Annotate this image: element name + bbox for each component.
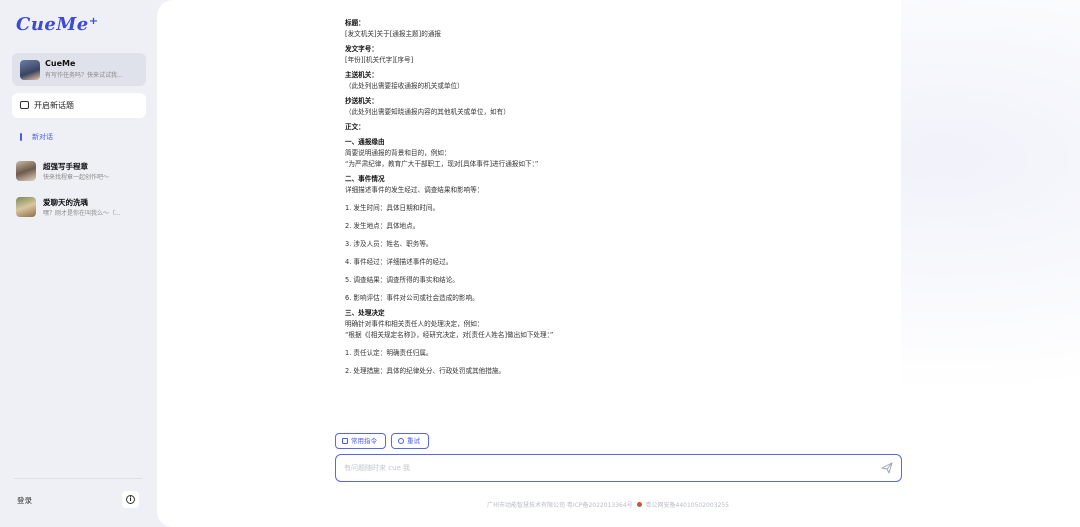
- doc-list-item: 4. 事件经过：详细描述事件的经过。: [345, 258, 453, 266]
- doc-text: （此处列出需要知晓通报内容的其他机关或单位，如有）: [345, 108, 510, 116]
- refresh-icon: [398, 438, 404, 444]
- police-record-text[interactable]: 粤公网安备44010502003255: [646, 502, 729, 509]
- doc-heading: 正文：: [345, 123, 365, 131]
- doc-text: [年份][机关代字][序号]: [345, 56, 414, 64]
- doc-text: “根据《[相关规定名称]》，经研究决定，对[责任人姓名]做出如下处理：”: [345, 331, 554, 339]
- retry-button[interactable]: 重试: [391, 433, 429, 449]
- doc-list-item: 1. 发生时间：具体日期和时间。: [345, 204, 440, 212]
- new-topic-label: 开启新话题: [34, 101, 74, 110]
- active-indicator: [20, 133, 22, 141]
- doc-list-item: 3. 涉及人员：姓名、职务等。: [345, 240, 433, 248]
- assistant-card-title: CueMe: [45, 59, 76, 68]
- assistant-item[interactable]: 超强写手程章 快来找程章一起创作吧～: [16, 159, 146, 185]
- info-button[interactable]: i: [122, 491, 139, 508]
- info-icon: i: [126, 495, 135, 504]
- chat-input[interactable]: [344, 461, 864, 475]
- assistant-avatar: [16, 161, 36, 181]
- new-topic-button[interactable]: 开启新话题: [12, 93, 146, 118]
- command-icon: [342, 438, 348, 444]
- common-commands-label: 常用指令: [351, 437, 377, 445]
- doc-list-item: 1. 责任认定：明确责任归属。: [345, 349, 433, 357]
- doc-heading: 抄送机关：: [345, 97, 378, 105]
- retry-label: 重试: [407, 437, 420, 445]
- chat-item-label: 新对话: [32, 133, 53, 141]
- doc-text: （此处列出需要接收通报的机关或单位）: [345, 82, 464, 90]
- doc-heading: 发文字号：: [345, 45, 378, 53]
- divider: [14, 478, 142, 479]
- assistant-card-cueme[interactable]: CueMe 有写作任务吗？快来试试我...: [12, 53, 146, 86]
- doc-text: 明确针对事件和相关责任人的处理决定，例如：: [345, 320, 484, 328]
- assistant-desc: 嘿？刚才是你在叫我么～（...: [43, 210, 121, 217]
- doc-list-item: 6. 影响评估：事件对公司或社会造成的影响。: [345, 294, 479, 302]
- sidebar: CueMe⁺ CueMe 有写作任务吗？快来试试我... 开启新话题 新对话 超…: [0, 0, 157, 527]
- send-icon[interactable]: [881, 462, 893, 474]
- chat-plus-icon: [20, 101, 29, 109]
- chat-input-box: [335, 454, 902, 482]
- doc-heading: 主送机关：: [345, 71, 378, 79]
- assistant-avatar: [16, 197, 36, 217]
- assistant-name: 超强写手程章: [43, 162, 88, 171]
- doc-heading: 三、处理决定: [345, 309, 385, 317]
- footer: 广州市动能智慧技术有限公司 粤ICP备2022013364号 粤公网安备4401…: [487, 500, 729, 509]
- doc-list-item: 2. 发生地点：具体地点。: [345, 222, 420, 230]
- doc-list-item: 5. 调查结果：调查所得的事实和结论。: [345, 276, 459, 284]
- main-panel: 标题： [发文机关]关于[通报主题]的通报 发文字号： [年份][机关代字][序号] 主…: [157, 0, 1080, 527]
- doc-text: 简要说明通报的背景和目的，例如：: [345, 149, 451, 157]
- common-commands-button[interactable]: 常用指令: [335, 433, 386, 449]
- icp-text[interactable]: 广州市动能智慧技术有限公司 粤ICP备2022013364号: [487, 502, 633, 509]
- doc-heading: 一、通报缘由: [345, 138, 385, 146]
- app-logo[interactable]: CueMe⁺: [16, 14, 99, 35]
- assistant-card-subtitle: 有写作任务吗？快来试试我...: [45, 72, 123, 79]
- assistant-desc: 快来找程章一起创作吧～: [43, 174, 110, 181]
- assistant-item[interactable]: 爱聊天的洗瑀 嘿？刚才是你在叫我么～（...: [16, 195, 146, 221]
- generated-document: 标题： [发文机关]关于[通报主题]的通报 发文字号： [年份][机关代字][序号] 主…: [345, 14, 885, 377]
- message-content: 标题： [发文机关]关于[通报主题]的通报 发文字号： [年份][机关代字][序号] 主…: [335, 0, 901, 426]
- doc-list-item: 2. 处理措施：具体的纪律处分、行政处罚或其他措施。: [345, 367, 506, 375]
- assistant-name: 爱聊天的洗瑀: [43, 198, 88, 207]
- doc-text: 详细描述事件的发生经过、调查结果和影响等：: [345, 186, 484, 194]
- doc-text: [发文机关]关于[通报主题]的通报: [345, 30, 442, 38]
- login-link[interactable]: 登录: [17, 495, 32, 506]
- cueme-avatar: [20, 60, 40, 80]
- police-badge-icon: [636, 502, 642, 507]
- doc-heading: 二、事件情况: [345, 175, 385, 183]
- doc-text: “为严肃纪律，教育广大干部职工，现对[具体事件]进行通报如下：”: [345, 160, 539, 168]
- doc-heading: 标题：: [345, 19, 365, 27]
